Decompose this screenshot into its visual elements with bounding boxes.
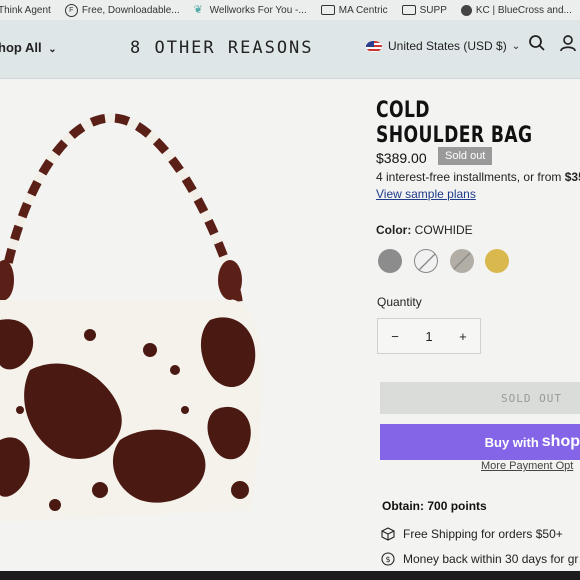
obtain-value: 700 points [427, 499, 487, 513]
bookmark-think-agent[interactable]: Think Agent [0, 5, 51, 16]
site-logo[interactable]: 8 OTHER REASONS [130, 38, 314, 58]
circle-f-icon: F [64, 3, 78, 17]
swatch-taupe[interactable] [450, 249, 474, 273]
swatch-cowhide[interactable] [414, 249, 438, 273]
buy-with-label: Buy with [484, 434, 539, 450]
chevron-down-icon: ⌄ [48, 44, 57, 55]
bookmark-label: Wellworks For You -... [209, 4, 307, 16]
chrome-icon [460, 4, 472, 16]
bookmark-kc-bluecross[interactable]: KC | BlueCross and... [460, 4, 572, 16]
bookmark-free-downloadable[interactable]: F Free, Downloadable... [64, 3, 180, 17]
view-sample-plans-link[interactable]: View sample plans [376, 187, 476, 201]
folder-icon [401, 5, 416, 15]
bookmark-label: MA Centric [338, 4, 388, 16]
free-shipping-row: Free Shipping for orders $50+ [381, 527, 563, 541]
account-icon[interactable] [559, 34, 577, 58]
monitor-bezel [0, 571, 580, 580]
more-payment-options-link[interactable]: More Payment Opt [481, 460, 573, 472]
shop-all-menu[interactable]: hop All ⌄ [0, 40, 57, 55]
swatch-yellow[interactable] [485, 249, 509, 273]
sold-out-button[interactable]: SOLD OUT [380, 382, 580, 414]
bookmark-label: Think Agent [0, 4, 51, 16]
installments-prefix: 4 interest-free installments, or from [376, 170, 565, 184]
bookmark-wellworks[interactable]: ❦ Wellworks For You -... [193, 3, 307, 16]
increase-quantity-button[interactable]: + [459, 329, 467, 344]
svg-text:$: $ [386, 555, 391, 564]
box-icon [381, 527, 395, 541]
chevron-down-icon: ⌄ [511, 40, 521, 52]
quantity-label: Quantity [377, 295, 422, 309]
bookmark-ma-centric[interactable]: MA Centric [320, 4, 388, 16]
folder-icon [320, 5, 335, 15]
quantity-stepper: − 1 + [377, 318, 481, 354]
unavailable-slash-icon [453, 252, 471, 270]
color-label-value: COWHIDE [414, 223, 473, 237]
obtain-label: Obtain: [382, 499, 424, 513]
country-selector[interactable]: United States (USD $) ⌄ [366, 39, 520, 53]
leaf-icon: ❦ [193, 3, 203, 16]
decrease-quantity-button[interactable]: − [391, 329, 399, 344]
product-title: COLD SHOULDER BAG [376, 98, 533, 148]
free-shipping-text: Free Shipping for orders $50+ [403, 527, 563, 541]
us-flag-icon [366, 40, 382, 52]
bookmarks-bar: Think Agent F Free, Downloadable... ❦ We… [0, 0, 580, 20]
site-header: hop All ⌄ 8 OTHER REASONS United States … [0, 20, 580, 79]
search-icon[interactable] [528, 34, 546, 58]
shop-pay-brand: shop [541, 433, 580, 450]
country-label: United States (USD $) [388, 39, 507, 53]
money-back-text: Money back within 30 days for gr [403, 552, 579, 566]
product-image[interactable] [0, 110, 275, 530]
money-back-row: $ Money back within 30 days for gr [381, 552, 578, 566]
buy-with-shop-button[interactable]: Buy with shop [380, 424, 580, 460]
installments-amount: $35.1 [564, 170, 580, 184]
product-price: $389.00 [376, 150, 427, 166]
color-label-key: Color: [376, 223, 412, 237]
installments-text: 4 interest-free installments, or from $3… [376, 170, 580, 184]
bookmark-label: SUPP [419, 4, 447, 16]
shop-all-label: hop All [0, 40, 42, 55]
bookmark-label: KC | BlueCross and... [475, 4, 572, 16]
unavailable-slash-icon [418, 253, 436, 271]
obtain-points: Obtain: 700 points [382, 499, 487, 513]
money-icon: $ [381, 552, 395, 566]
color-label: Color: COWHIDE [376, 223, 473, 237]
bookmark-supp[interactable]: SUPP [401, 4, 447, 16]
swatch-grey[interactable] [378, 249, 402, 273]
bookmark-label: Free, Downloadable... [81, 4, 180, 16]
sold-out-badge: Sold out [438, 147, 493, 165]
quantity-value[interactable]: 1 [425, 329, 432, 344]
